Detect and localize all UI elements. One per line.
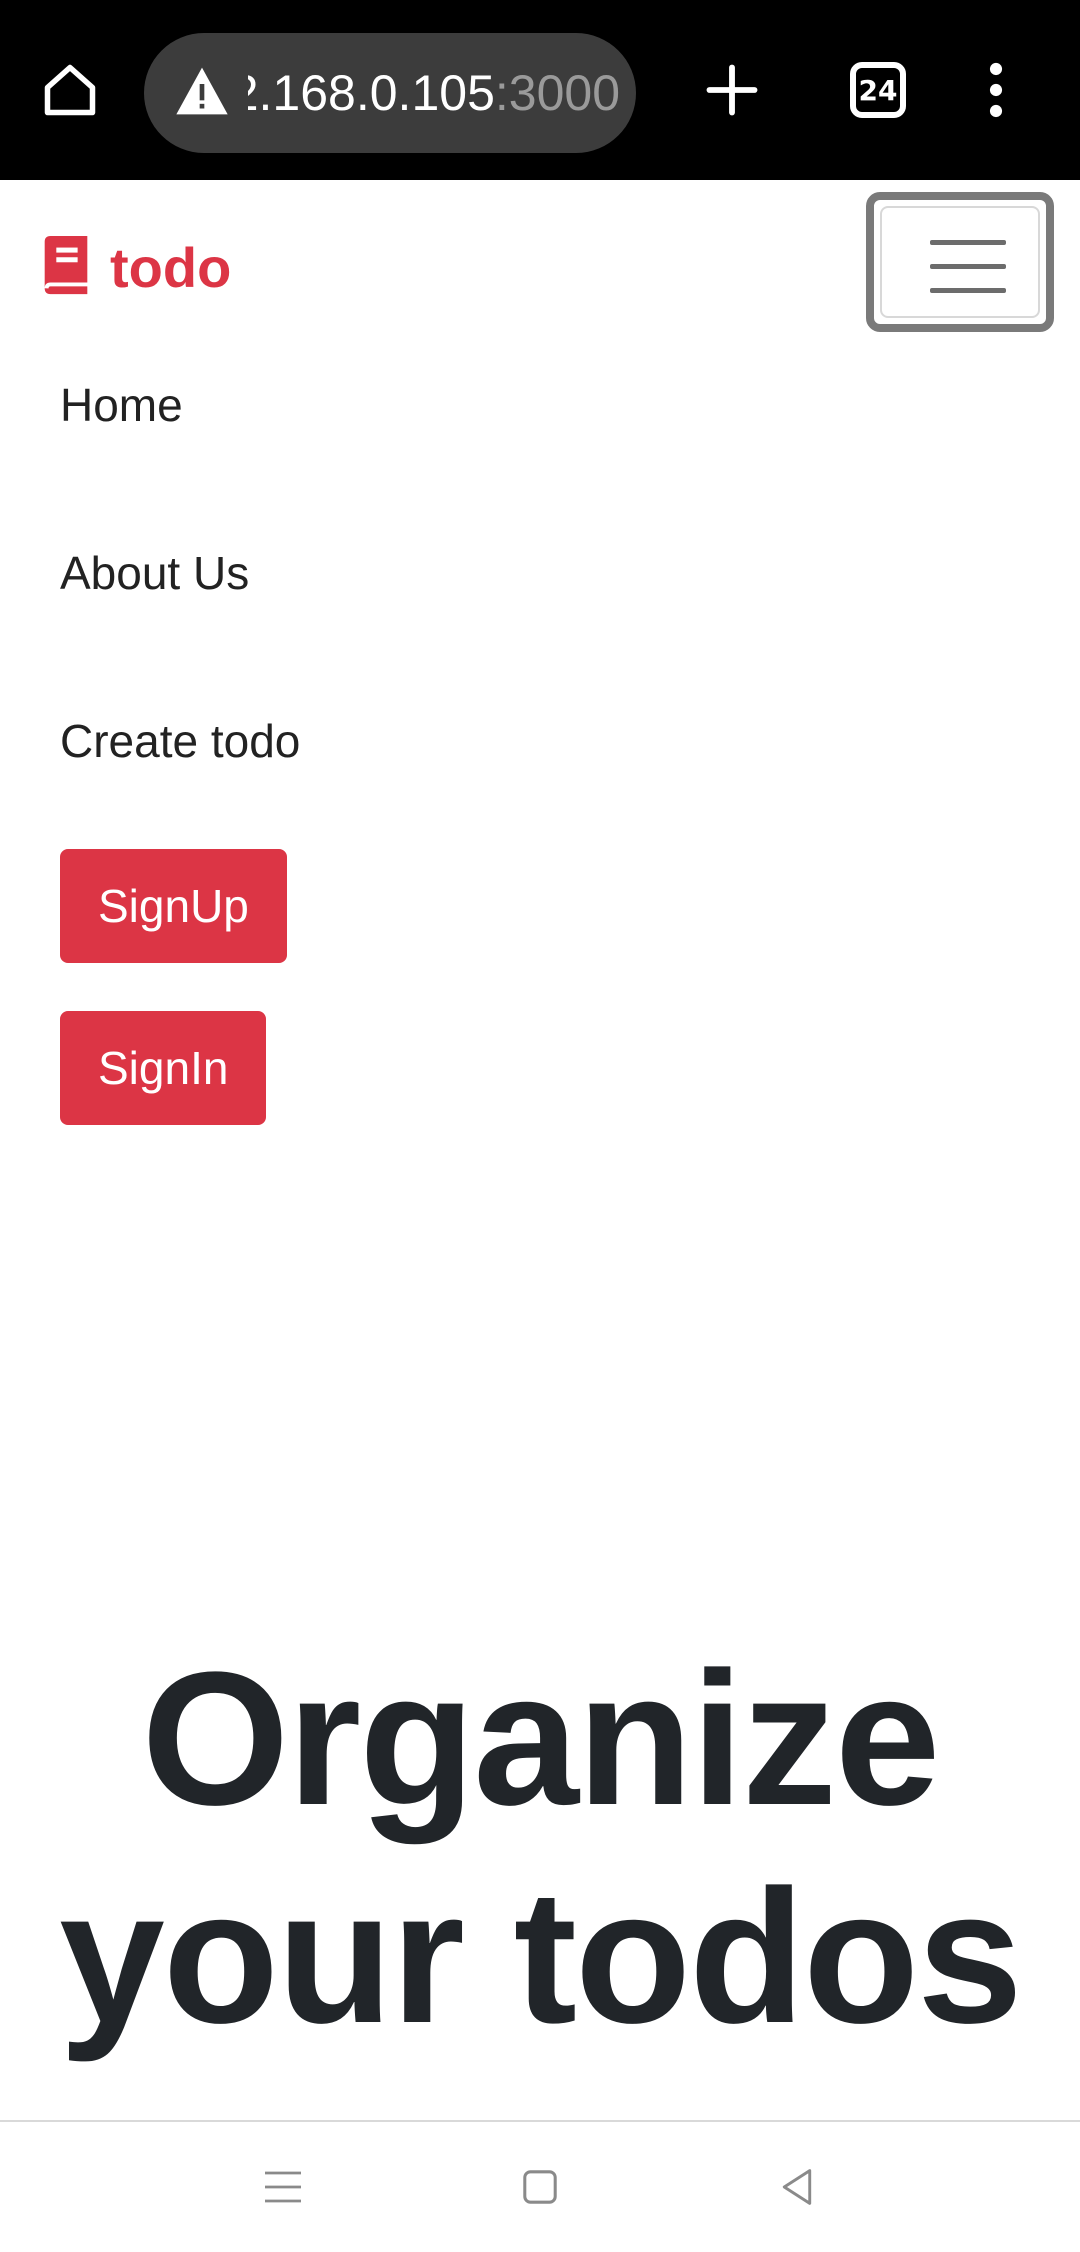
signup-button[interactable]: SignUp bbox=[60, 849, 287, 963]
browser-toolbar: 2.168.0.105:3000 24 bbox=[0, 0, 1080, 180]
tab-switcher-button[interactable]: 24 bbox=[838, 50, 918, 130]
brand-name: todo bbox=[110, 235, 232, 299]
brand-link[interactable]: todo bbox=[38, 232, 231, 302]
more-vertical-icon[interactable] bbox=[956, 50, 1036, 130]
plus-icon[interactable] bbox=[692, 50, 772, 130]
menu-icon[interactable] bbox=[248, 2152, 318, 2222]
warning-icon[interactable] bbox=[174, 65, 234, 121]
nav-link-create-todo[interactable]: Create todo bbox=[60, 714, 300, 768]
system-navigation-bar bbox=[0, 2120, 1080, 2252]
square-home-icon[interactable] bbox=[505, 2152, 575, 2222]
tab-count: 24 bbox=[850, 62, 906, 118]
url-host: 2.168.0.105 bbox=[248, 65, 495, 121]
hamburger-icon bbox=[880, 206, 1040, 318]
signin-button[interactable]: SignIn bbox=[60, 1011, 267, 1125]
home-icon[interactable] bbox=[30, 50, 110, 130]
back-triangle-icon[interactable] bbox=[762, 2152, 832, 2222]
book-icon bbox=[38, 234, 94, 301]
nav-link-home[interactable]: Home bbox=[60, 378, 183, 432]
navbar-toggler[interactable] bbox=[866, 192, 1054, 332]
url-port: :3000 bbox=[494, 65, 620, 121]
address-bar[interactable]: 2.168.0.105:3000 bbox=[144, 33, 636, 153]
url-text[interactable]: 2.168.0.105:3000 bbox=[248, 33, 620, 153]
nav-link-about-us[interactable]: About Us bbox=[60, 546, 249, 600]
hero-title: Organize your todos bbox=[59, 1633, 1023, 2063]
